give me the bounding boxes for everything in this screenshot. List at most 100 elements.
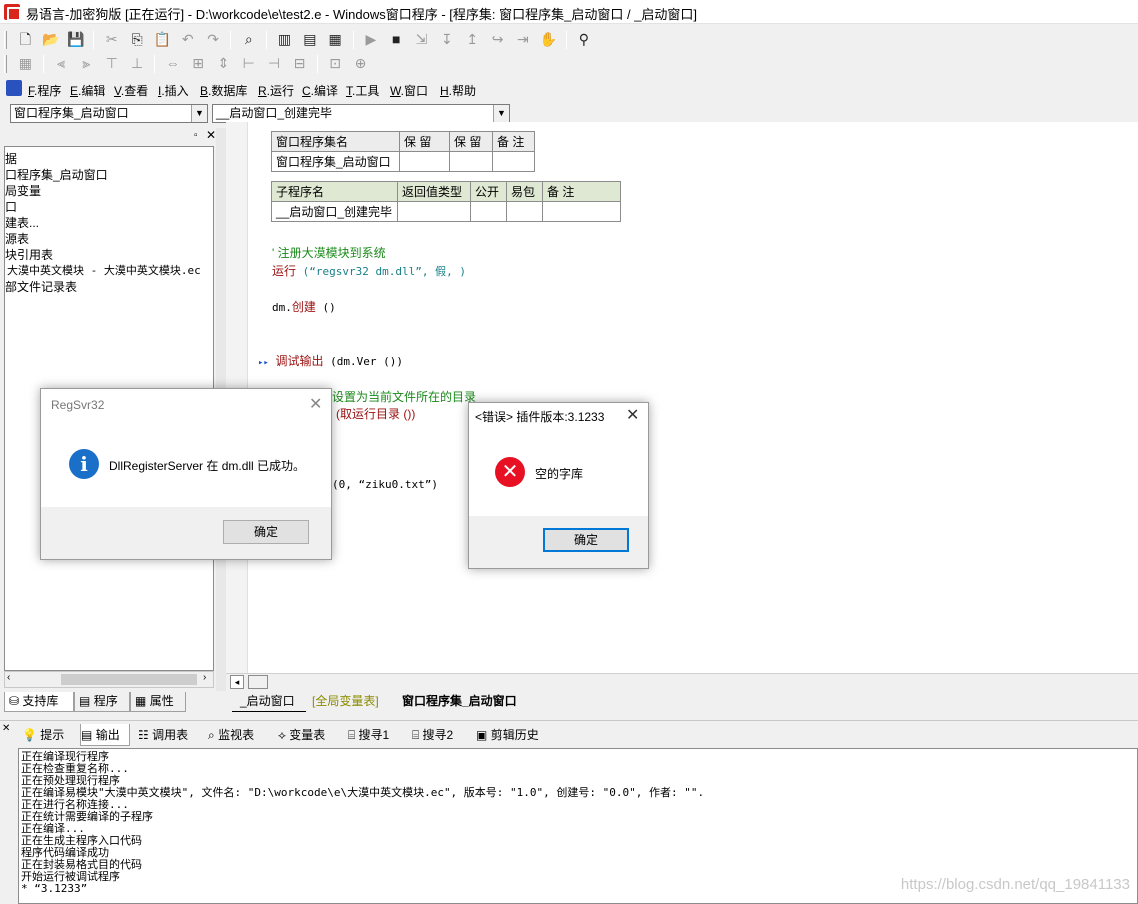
tab-variables[interactable]: ⟡ 变量表 (278, 724, 342, 746)
tree-item[interactable]: 块引用表 (5, 247, 53, 263)
h-space-icon[interactable]: ⊢ (238, 52, 260, 74)
grid-icon[interactable]: ▦ (14, 52, 36, 74)
code-line-run[interactable]: 运行 (“regsvr32 dm.dll”, 假, ) (272, 262, 466, 279)
menu-insert[interactable]: I.插入 (158, 82, 189, 99)
tree-item[interactable]: 口程序集_启动窗口 (5, 167, 108, 183)
tree-item[interactable]: 大漠中英文模块 - 大漠中英文模块.ec (7, 263, 201, 279)
menu-program[interactable]: F.程序 (28, 82, 61, 99)
table-cell[interactable] (542, 201, 621, 222)
layout-bottom-icon[interactable]: ▤ (299, 28, 321, 50)
close-icon[interactable]: ✕ (626, 405, 639, 425)
layout-left-icon[interactable]: ▥ (273, 28, 295, 50)
tab-support-library[interactable]: ⛁ 支持库 (4, 692, 74, 712)
open-folder-icon[interactable]: 📂 (40, 28, 62, 50)
chevron-down-icon[interactable]: ▼ (191, 105, 207, 122)
table-cell[interactable] (449, 151, 493, 172)
center-icon[interactable]: ⊞ (187, 52, 209, 74)
code-comment[interactable]: 设置为当前文件所在的目录 (332, 388, 476, 405)
code-line-create[interactable]: dm.创建 () (272, 298, 336, 315)
menu-help[interactable]: H.帮助 (440, 82, 476, 99)
tab-global-vars[interactable]: [全局变量表] (308, 692, 396, 712)
scroll-thumb[interactable] (248, 675, 268, 689)
v-space-icon[interactable]: ⊣ (263, 52, 285, 74)
tab-search1[interactable]: ⌸ 搜寻1 (348, 724, 406, 746)
tree-item[interactable]: 源表 (5, 231, 29, 247)
code-line-debug[interactable]: ▸▸ 调试输出 (dm.Ver ()) (258, 352, 403, 369)
find-icon[interactable]: ⌕ (238, 28, 260, 50)
new-file-icon[interactable]: 🗋 (14, 28, 36, 50)
hand-icon[interactable]: ✋ (537, 28, 559, 50)
tab-watch[interactable]: ⌕ 监视表 (208, 724, 272, 746)
menu-database[interactable]: B.数据库 (200, 82, 247, 99)
tree-item[interactable]: 口 (5, 199, 17, 215)
cut-icon[interactable]: ✂ (101, 28, 123, 50)
scroll-thumb[interactable] (61, 674, 197, 685)
tree-item[interactable]: 据 (5, 151, 17, 167)
editor-horizontal-scrollbar[interactable]: ◂ (226, 673, 1138, 691)
menu-compile[interactable]: C.编译 (302, 82, 338, 99)
menu-edit[interactable]: E.编辑 (70, 82, 105, 99)
same-width-icon[interactable]: ⇔ (162, 52, 184, 74)
code-line-dict[interactable]: (0, “ziku0.txt”) (332, 478, 438, 491)
tab-start-window[interactable]: _启动窗口 (232, 692, 306, 712)
tab-clip-history[interactable]: ▣ 剪辑历史 (476, 724, 552, 746)
step-icon[interactable]: ⇲ (411, 28, 433, 50)
menu-window[interactable]: W.窗口 (390, 82, 428, 99)
run-to-cursor-icon[interactable]: ⇥ (512, 28, 534, 50)
tree-item[interactable]: 局变量 (5, 183, 41, 199)
same-height-icon[interactable]: ⇕ (212, 52, 234, 74)
redo-icon[interactable]: ↷ (202, 28, 224, 50)
table-cell[interactable] (399, 151, 450, 172)
tree-item[interactable]: 建表... (5, 215, 39, 231)
tab-output[interactable]: ▤ 输出 (80, 724, 130, 746)
scroll-left-icon[interactable]: ‹ (7, 672, 10, 683)
tab-hint[interactable]: 💡 提示 (22, 724, 72, 746)
paste-icon[interactable]: 📋 (151, 28, 173, 50)
tree-horizontal-scrollbar[interactable]: ‹ › (4, 671, 214, 688)
save-icon[interactable]: 💾 (65, 28, 87, 50)
align-bottom-icon[interactable]: ⊥ (126, 52, 148, 74)
close-icon[interactable]: ✕ (309, 394, 322, 414)
step-over-icon[interactable]: ↪ (487, 28, 509, 50)
align-left-icon[interactable]: ⫷ (50, 52, 72, 74)
tree-item[interactable]: 部文件记录表 (5, 279, 77, 295)
assembly-select[interactable]: 窗口程序集_启动窗口 ▼ (10, 104, 208, 123)
chevron-down-icon[interactable]: ▼ (493, 105, 509, 122)
table-cell[interactable] (506, 201, 543, 222)
align-right-icon[interactable]: ⫸ (75, 52, 97, 74)
table-cell[interactable] (470, 201, 507, 222)
binoculars-icon[interactable]: ⚲ (573, 28, 595, 50)
center-v-icon[interactable]: ⊕ (350, 52, 372, 74)
center-h-icon[interactable]: ⊡ (324, 52, 346, 74)
menu-tools[interactable]: T.工具 (346, 82, 379, 99)
restore-panel-icon[interactable]: ▫ (194, 130, 198, 141)
scroll-right-icon[interactable]: › (203, 672, 206, 683)
code-line-setpath[interactable]: (取运行目录 ()) (336, 405, 415, 422)
copy-icon[interactable]: ⎘ (126, 28, 148, 50)
tab-search2[interactable]: ⌸ 搜寻2 (412, 724, 470, 746)
undo-icon[interactable]: ↶ (177, 28, 199, 50)
table-cell[interactable] (492, 151, 535, 172)
run-icon[interactable]: ▶ (360, 28, 382, 50)
align-top-icon[interactable]: ⊤ (101, 52, 123, 74)
table-cell[interactable] (397, 201, 471, 222)
spread-icon[interactable]: ⊟ (288, 52, 310, 74)
tab-assembly[interactable]: 窗口程序集_启动窗口 (398, 692, 538, 712)
scroll-left-icon[interactable]: ◂ (230, 675, 244, 689)
ok-button[interactable]: 确定 (223, 520, 309, 544)
ok-button[interactable]: 确定 (543, 528, 629, 552)
code-comment[interactable]: ' 注册大漠模块到系统 (272, 244, 386, 261)
pin-icon[interactable]: ✕ (2, 723, 10, 734)
subprogram-select[interactable]: __启动窗口_创建完毕 ▼ (212, 104, 510, 123)
layout-full-icon[interactable]: ▦ (324, 28, 346, 50)
table-cell[interactable]: 窗口程序集_启动窗口 (271, 151, 400, 172)
close-panel-icon[interactable]: ✕ (206, 128, 216, 142)
tab-callstack[interactable]: ☷ 调用表 (138, 724, 202, 746)
step-into-icon[interactable]: ↧ (436, 28, 458, 50)
stop-icon[interactable]: ■ (385, 28, 407, 50)
app-menu-icon[interactable] (6, 80, 22, 96)
menu-run[interactable]: R.运行 (258, 82, 294, 99)
tab-properties[interactable]: ▦ 属性 (130, 692, 186, 712)
tab-program[interactable]: ▤ 程序 (74, 692, 130, 712)
step-out-icon[interactable]: ↥ (461, 28, 483, 50)
